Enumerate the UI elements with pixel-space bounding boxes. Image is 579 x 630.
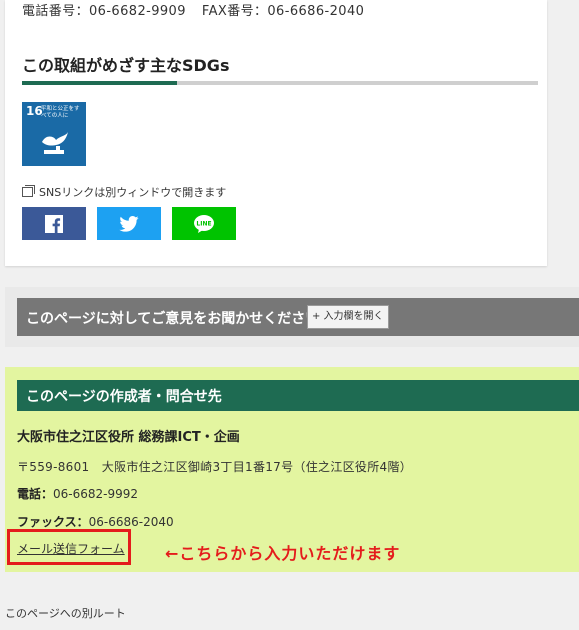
author-tel: 電話：06-6682-9992 <box>17 485 138 502</box>
department-name: 大阪市住之江区役所 総務課ICT・企画 <box>17 430 240 445</box>
line-icon-label: LINE <box>196 220 211 227</box>
dove-gavel-icon <box>42 132 68 154</box>
mail-annotation: ←こちらから入力いただけます <box>165 544 401 563</box>
tel-value: 06-6682-9992 <box>53 487 139 501</box>
sdg-heading: この取組がめざす主なSDGs <box>22 56 230 75</box>
fax-number: FAX番号：06-6686-2040 <box>201 4 365 19</box>
fax-value: 06-6686-2040 <box>88 515 174 529</box>
address: 〒559-8601 大阪市住之江区御崎3丁目1番17号（住之江区役所4階） <box>17 460 413 474</box>
opinion-title: このページに対してご意見をお聞かせください <box>26 311 320 327</box>
sdg-heading-rule <box>22 81 538 85</box>
facebook-icon <box>45 214 63 233</box>
sdg-card: 電話番号：06-6682-9909 FAX番号：06-6686-2040 この取組… <box>5 0 547 266</box>
mail-form-link[interactable]: メール送信フォーム <box>17 540 125 557</box>
alternate-route-heading: このページへの別ルート <box>5 607 126 620</box>
line-icon: LINE <box>194 214 214 233</box>
line-share-button[interactable]: LINE <box>172 207 236 240</box>
opinion-bar: このページに対してご意見をお聞かせください + 入力欄を開く <box>17 298 579 336</box>
sdg-goal-16-icon[interactable]: 16 平和と公正をすべての人に <box>22 102 86 166</box>
open-input-button[interactable]: + 入力欄を開く <box>307 305 389 329</box>
contact-line: 電話番号：06-6682-9909 FAX番号：06-6686-2040 <box>22 0 364 19</box>
tel-label: 電話： <box>17 487 54 501</box>
sdg-goal-title: 平和と公正をすべての人に <box>41 106 80 119</box>
sdg-heading-accent <box>22 81 177 85</box>
twitter-share-button[interactable] <box>97 207 161 240</box>
sns-note-text: SNSリンクは別ウィンドウで開きます <box>39 186 227 199</box>
fax-label: ファックス： <box>17 515 89 529</box>
sns-note: SNSリンクは別ウィンドウで開きます <box>22 184 226 200</box>
author-title: このページの作成者・問合せ先 <box>26 389 222 405</box>
facebook-share-button[interactable] <box>22 207 86 240</box>
author-contact-box: このページの作成者・問合せ先 大阪市住之江区役所 総務課ICT・企画 〒559-… <box>5 367 579 572</box>
author-fax: ファックス：06-6686-2040 <box>17 513 174 530</box>
tel-number: 電話番号：06-6682-9909 <box>22 4 186 19</box>
twitter-bird-icon <box>119 215 139 232</box>
author-title-bar: このページの作成者・問合せ先 <box>17 380 579 411</box>
new-window-icon <box>22 185 35 197</box>
